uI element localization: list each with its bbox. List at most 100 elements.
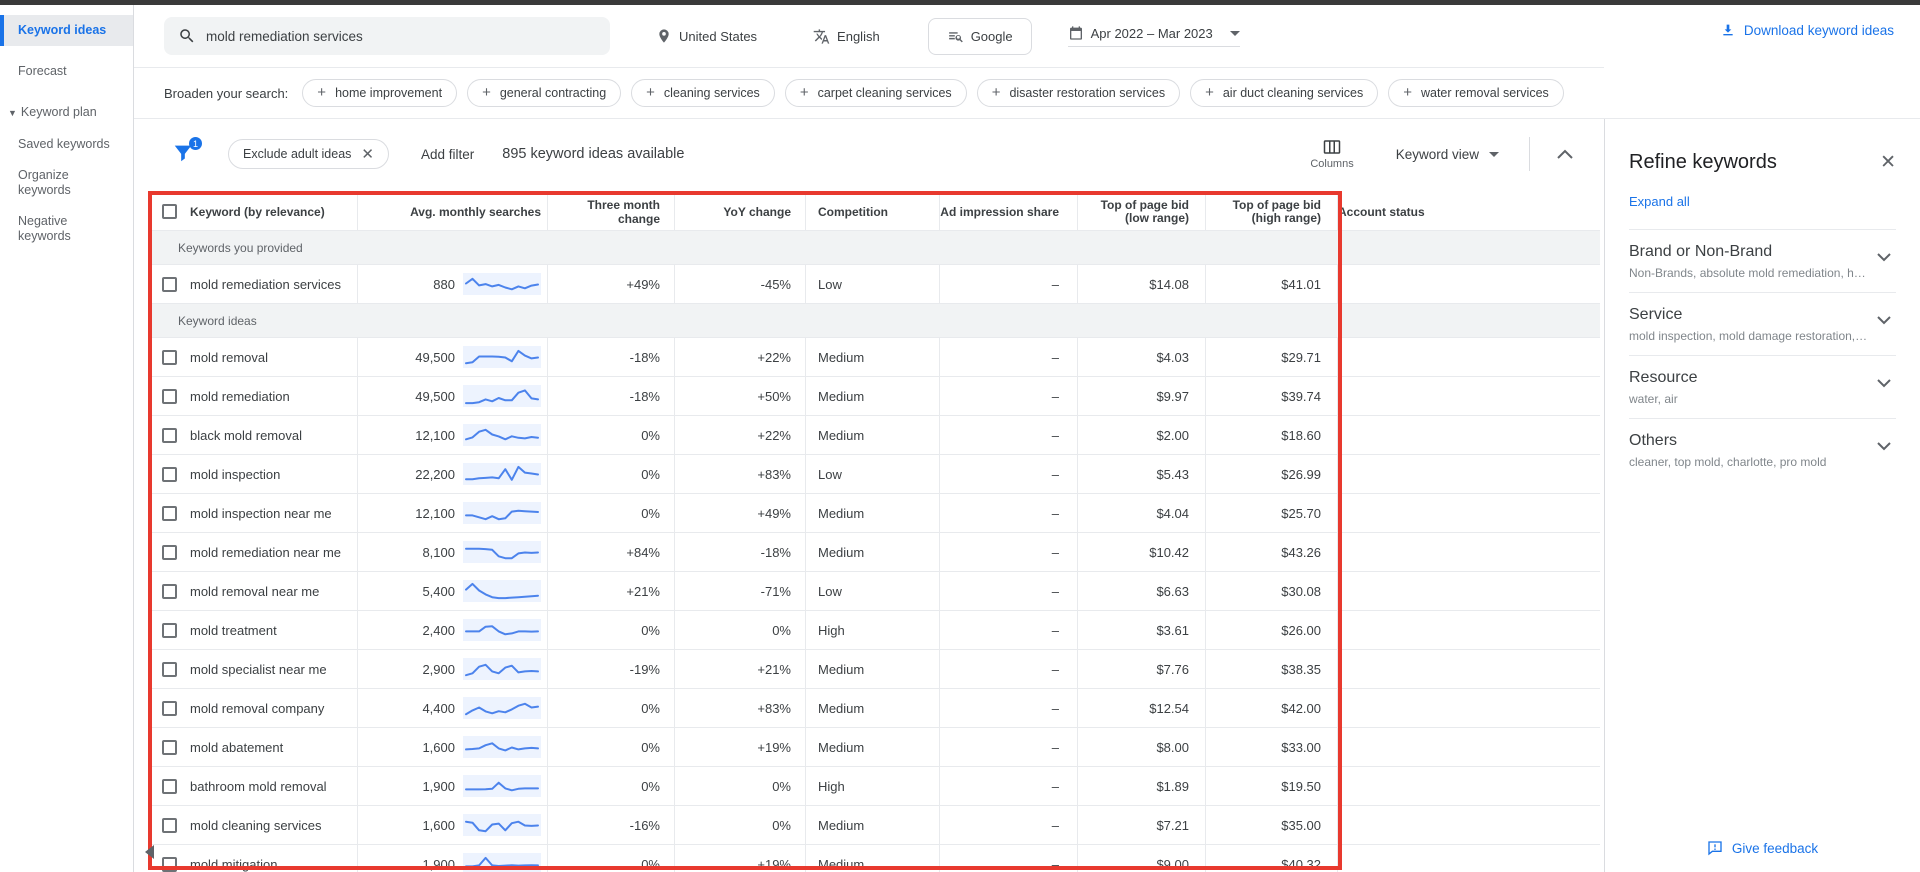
search-input[interactable] <box>206 28 596 44</box>
searches-value: 1,600 <box>422 817 455 833</box>
broaden-chip-water-removal-services[interactable]: + water removal services <box>1388 79 1564 107</box>
row-checkbox[interactable] <box>162 505 177 521</box>
row-checkbox[interactable] <box>162 349 177 365</box>
broaden-chip-carpet-cleaning-services[interactable]: + carpet cleaning services <box>784 79 967 107</box>
row-checkbox[interactable] <box>162 276 177 292</box>
filter-funnel-icon[interactable]: 1 <box>172 137 202 166</box>
broaden-chip-general-contracting[interactable]: + general contracting <box>467 79 622 107</box>
sidebar-item-negative-keywords[interactable]: Negative keywords <box>0 206 133 252</box>
trend-sparkline <box>463 463 541 485</box>
select-all-checkbox[interactable] <box>162 204 177 219</box>
column-header-8[interactable]: Account status <box>1338 193 1600 230</box>
searches-value: 1,900 <box>422 778 455 794</box>
top-bid-low: $4.04 <box>1156 505 1189 521</box>
add-filter-button[interactable]: Add filter <box>421 147 474 162</box>
broaden-chip-home-improvement[interactable]: + home improvement <box>302 79 458 107</box>
keyword-cell: mold removal near me <box>190 583 320 599</box>
column-header-1[interactable]: Avg. monthly searches <box>358 193 548 230</box>
table-row: mold treatment 2,400 0% 0% High – $3.61 $26.00 <box>150 611 1600 650</box>
broaden-chip-disaster-restoration-services[interactable]: + disaster restoration services <box>976 79 1181 107</box>
remove-filter-icon[interactable]: ✕ <box>361 147 374 162</box>
location-selector[interactable]: United States <box>656 28 757 44</box>
exclude-adult-ideas-chip[interactable]: Exclude adult ideas ✕ <box>228 139 389 169</box>
row-checkbox[interactable] <box>162 583 177 599</box>
broaden-chip-cleaning-services[interactable]: + cleaning services <box>631 79 775 107</box>
top-bid-high: $40.32 <box>1281 856 1321 872</box>
refine-section-service[interactable]: Service mold inspection, mold damage rest… <box>1629 292 1896 355</box>
chip-label: general contracting <box>499 86 607 100</box>
row-checkbox[interactable] <box>162 466 177 482</box>
sidebar-item-keyword-ideas[interactable]: Keyword ideas <box>0 15 133 46</box>
table-row: mold removal company 4,400 0% +83% Medium – $1… <box>150 689 1600 728</box>
give-feedback-button[interactable]: Give feedback <box>1605 840 1920 856</box>
sidebar-item-forecast[interactable]: Forecast <box>0 56 133 87</box>
row-checkbox[interactable] <box>162 856 177 872</box>
scroll-left-arrow[interactable] <box>145 845 154 859</box>
competition-level: High <box>818 622 845 638</box>
yoy-change: -71% <box>760 583 791 599</box>
sidebar-item-saved-keywords[interactable]: Saved keywords <box>0 129 133 160</box>
three-month-change: +84% <box>626 544 660 560</box>
table-row: mold removal 49,500 -18% +22% Medium – $4.03 $2… <box>150 338 1600 377</box>
keyword-view-label: Keyword view <box>1395 146 1479 162</box>
row-checkbox[interactable] <box>162 700 177 716</box>
expand-all-link[interactable]: Expand all <box>1629 194 1690 209</box>
keyword-view-dropdown[interactable]: Keyword view <box>1396 147 1499 162</box>
column-header-4[interactable]: Competition <box>806 193 940 230</box>
searches-value: 8,100 <box>422 544 455 560</box>
refine-section-resource[interactable]: Resource water, air <box>1629 355 1896 418</box>
row-checkbox[interactable] <box>162 661 177 677</box>
refine-section-others[interactable]: Others cleaner, top mold, charlotte, pro … <box>1629 418 1896 481</box>
row-checkbox[interactable] <box>162 388 177 404</box>
trend-sparkline <box>463 619 541 641</box>
chevron-down-icon[interactable] <box>1876 315 1892 325</box>
location-pin-icon <box>656 28 672 44</box>
columns-button[interactable]: Columns <box>1310 139 1354 170</box>
columns-label: Columns <box>1310 157 1354 170</box>
network-selector[interactable]: Google <box>927 17 1032 55</box>
collapse-panel-button[interactable] <box>1556 148 1574 160</box>
download-label: Download keyword ideas <box>1743 22 1894 38</box>
broaden-chip-air-duct-cleaning-services[interactable]: + air duct cleaning services <box>1190 79 1379 107</box>
column-header-2[interactable]: Three month change <box>548 193 675 230</box>
column-header-5[interactable]: Ad impression share <box>940 193 1078 230</box>
top-bid-high: $30.08 <box>1281 583 1321 599</box>
close-icon[interactable]: ✕ <box>1880 153 1896 172</box>
row-checkbox[interactable] <box>162 778 177 794</box>
top-bid-low: $1.89 <box>1156 778 1189 794</box>
top-bid-low: $4.03 <box>1156 349 1189 365</box>
column-header-7[interactable]: Top of page bid (high range) <box>1206 193 1338 230</box>
language-selector[interactable]: English <box>813 28 880 45</box>
top-bid-high: $38.35 <box>1281 661 1321 677</box>
chevron-down-icon[interactable] <box>1876 252 1892 262</box>
sidebar-item-organize-keywords[interactable]: Organize keywords <box>0 160 133 206</box>
chip-label: carpet cleaning services <box>817 86 952 100</box>
trend-sparkline <box>463 502 541 524</box>
sidebar-nav: Keyword ideas Forecast ▼ Keyword plan Saved … <box>0 5 134 872</box>
yoy-change: 0% <box>772 778 791 794</box>
sidebar-item-keyword-plan[interactable]: ▼ Keyword plan <box>0 97 133 129</box>
row-checkbox[interactable] <box>162 544 177 560</box>
column-header-0[interactable]: Keyword (by relevance) <box>186 193 358 230</box>
three-month-change: -16% <box>629 817 660 833</box>
top-bid-high: $26.00 <box>1281 622 1321 638</box>
top-bid-low: $7.76 <box>1156 661 1189 677</box>
keyword-cell: bathroom mold removal <box>190 778 327 794</box>
row-checkbox[interactable] <box>162 739 177 755</box>
chip-label: home improvement <box>335 86 443 100</box>
date-range-selector[interactable]: Apr 2022 – Mar 2023 <box>1067 25 1240 47</box>
column-header-3[interactable]: YoY change <box>675 193 806 230</box>
row-checkbox[interactable] <box>162 817 177 833</box>
chevron-down-icon[interactable] <box>1876 441 1892 451</box>
ad-impression-share: – <box>1051 622 1059 638</box>
refine-section-brand-or-non-brand[interactable]: Brand or Non-Brand Non-Brands, absolute m… <box>1629 229 1896 292</box>
row-checkbox[interactable] <box>162 622 177 638</box>
ad-impression-share: – <box>1051 276 1059 292</box>
keyword-cell: mold remediation near me <box>190 544 342 560</box>
chevron-down-icon[interactable] <box>1876 378 1892 388</box>
download-keyword-ideas-link[interactable]: Download keyword ideas <box>1720 22 1894 38</box>
row-checkbox[interactable] <box>162 427 177 443</box>
yoy-change: -45% <box>760 276 791 292</box>
column-header-6[interactable]: Top of page bid (low range) <box>1078 193 1206 230</box>
keyword-search-box[interactable] <box>164 17 610 55</box>
